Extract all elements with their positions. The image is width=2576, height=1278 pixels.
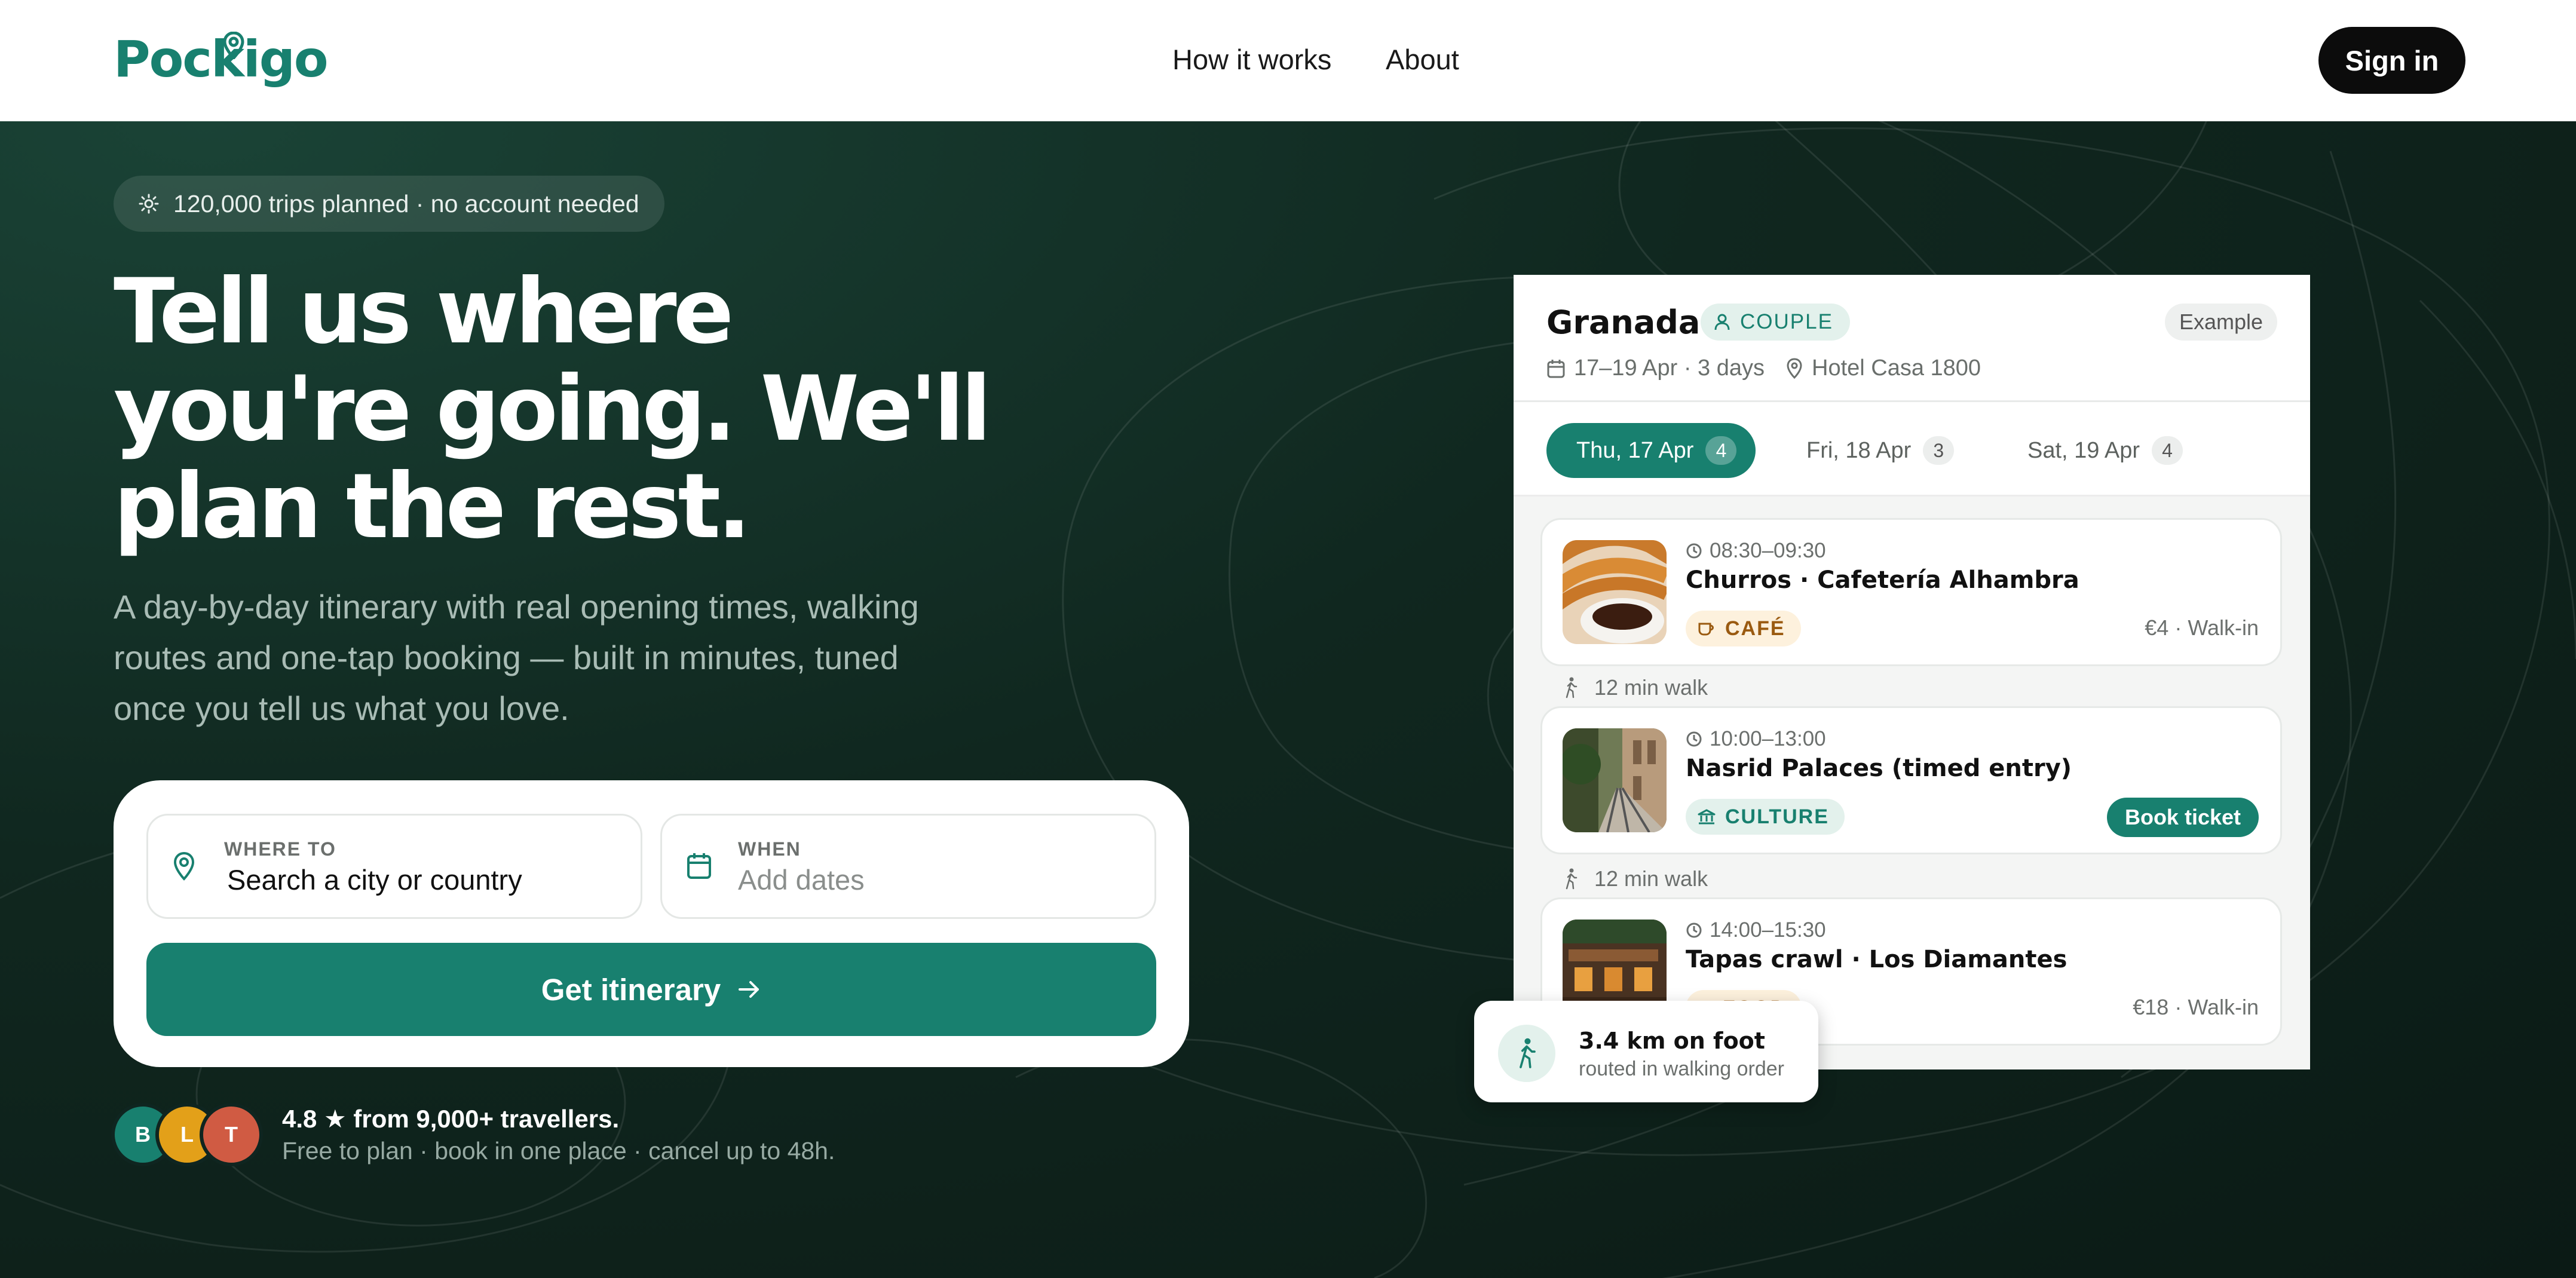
churros-photo: [1563, 540, 1667, 644]
tab-count: 4: [1705, 436, 1737, 465]
walking-icon-badge: [1498, 1025, 1555, 1082]
get-itinerary-button[interactable]: Get itinerary: [146, 943, 1156, 1036]
when-input[interactable]: Add dates: [738, 863, 865, 896]
arrow-right-icon: [739, 981, 759, 998]
activity-time: 10:00–13:00: [1686, 727, 1826, 751]
activity-price: €4 · Walk-in: [2145, 615, 2259, 640]
walk-text: 12 min walk: [1594, 866, 1708, 891]
subtext-line: A day-by-day itinerary with real opening…: [114, 588, 919, 626]
where-to-field[interactable]: WHERE TO Search a city or country: [146, 814, 642, 919]
tab-label: Thu, 17 Apr: [1576, 437, 1694, 463]
category-label: CULTURE: [1725, 805, 1829, 828]
activity-time-text: 14:00–15:30: [1710, 918, 1826, 942]
activity-time: 08:30–09:30: [1686, 539, 1826, 563]
clock-icon: [1686, 731, 1702, 747]
tab-label: Sat, 19 Apr: [2027, 437, 2140, 463]
tab-day-2[interactable]: Fri, 18 Apr 3: [1806, 423, 1955, 478]
button-label: Get itinerary: [541, 972, 721, 1007]
trip-dates: 17–19 Apr · 3 days: [1546, 355, 1765, 381]
nav-about[interactable]: About: [1386, 43, 1459, 76]
location-pin-icon: [223, 32, 244, 59]
hotel-info: Hotel Casa 1800: [1785, 355, 1981, 381]
walk-text: 12 min walk: [1594, 675, 1708, 700]
where-to-label: WHERE TO: [224, 838, 336, 860]
city-name: Granada: [1546, 304, 1701, 341]
trips-planned-badge: 120,000 trips planned · no account neede…: [114, 176, 664, 232]
badge-text: 120,000 trips planned · no account neede…: [173, 189, 639, 217]
nav-how-it-works[interactable]: How it works: [1172, 43, 1331, 76]
walking-distance-note: routed in walking order: [1579, 1058, 1784, 1080]
coffee-cup-icon: [1698, 623, 1714, 636]
activity-title: Churros · Cafetería Alhambra: [1686, 566, 2079, 594]
walking-icon: [1520, 1038, 1536, 1068]
walking-distance: 3.4 km on foot: [1579, 1028, 1765, 1054]
walking-distance-card: 3.4 km on foot routed in walking order: [1474, 1001, 1818, 1102]
location-pin-icon: [173, 851, 195, 881]
traveller-type-label: COUPLE: [1740, 310, 1833, 333]
hotel-name: Hotel Casa 1800: [1812, 355, 1981, 381]
tab-day-3[interactable]: Sat, 19 Apr 4: [2027, 423, 2183, 478]
category-tag: CAFÉ: [1686, 611, 1801, 646]
walk-segment: 12 min walk: [1564, 866, 1708, 891]
headline-line: Tell us where: [114, 260, 734, 364]
avatar: T: [200, 1103, 263, 1166]
palace-photo: [1563, 728, 1667, 832]
hero-headline: Tell us where you're going. We'll plan t…: [114, 263, 1010, 556]
book-ticket-button[interactable]: Book ticket: [2106, 798, 2259, 837]
logo[interactable]: Pockigo: [114, 30, 329, 88]
walk-segment: 12 min walk: [1564, 675, 1708, 700]
calendar-icon: [1547, 359, 1565, 378]
itinerary-preview-card: Granada COUPLE Example 17–19 Apr · 3 day…: [1514, 275, 2310, 1069]
headline-line: you're going. We'll: [114, 357, 991, 461]
category-label: CAFÉ: [1725, 617, 1785, 640]
sun-icon: [139, 194, 159, 214]
activity-time: 14:00–15:30: [1686, 918, 1826, 942]
when-field[interactable]: WHEN Add dates: [660, 814, 1156, 919]
tab-label: Fri, 18 Apr: [1806, 437, 1912, 463]
traveller-type-badge: COUPLE: [1701, 304, 1850, 341]
rating-subtext: Free to plan · book in one place · cance…: [282, 1137, 835, 1164]
category-tag: CULTURE: [1686, 799, 1845, 835]
sign-in-button[interactable]: Sign in: [2318, 27, 2465, 94]
trip-dates-text: 17–19 Apr · 3 days: [1574, 355, 1765, 381]
person-icon: [1714, 314, 1730, 330]
headline-line: plan the rest.: [114, 455, 751, 559]
calendar-icon: [687, 853, 711, 879]
example-badge: Example: [2164, 304, 2277, 341]
tab-day-1[interactable]: Thu, 17 Apr 4: [1546, 423, 1756, 478]
where-to-input[interactable]: Search a city or country: [227, 863, 522, 896]
activity-title: Nasrid Palaces (timed entry): [1686, 755, 2072, 782]
itinerary-header: Granada COUPLE Example 17–19 Apr · 3 day…: [1514, 275, 2310, 402]
location-pin-icon: [1787, 357, 1802, 379]
walking-icon: [1566, 868, 1578, 890]
hero-subtext: A day-by-day itinerary with real opening…: [114, 581, 998, 734]
walking-icon: [1566, 677, 1578, 698]
subtext-line: routes and one-tap booking — built in mi…: [114, 639, 899, 676]
clock-icon: [1686, 543, 1702, 559]
activity-card[interactable]: 08:30–09:30 Churros · Cafetería Alhambra…: [1540, 518, 2282, 666]
activity-card[interactable]: 10:00–13:00 Nasrid Palaces (timed entry)…: [1540, 706, 2282, 854]
site-header: Pockigo How it works About Sign in: [0, 0, 2576, 121]
subtext-line: once you tell us what you love.: [114, 689, 569, 727]
tab-count: 3: [1923, 436, 1955, 465]
when-label: WHEN: [738, 838, 801, 860]
activity-title: Tapas crawl · Los Diamantes: [1686, 946, 2067, 973]
museum-icon: [1698, 809, 1716, 825]
activity-time-text: 08:30–09:30: [1710, 539, 1826, 562]
clock-icon: [1686, 923, 1702, 938]
tab-count: 4: [2152, 436, 2183, 465]
search-card: WHERE TO Search a city or country WHEN A…: [114, 780, 1189, 1067]
rating-text: 4.8 ★ from 9,000+ travellers.: [282, 1105, 620, 1133]
day-tabs: Thu, 17 Apr 4 Fri, 18 Apr 3 Sat, 19 Apr …: [1514, 402, 2310, 497]
activity-time-text: 10:00–13:00: [1710, 727, 1826, 750]
activity-price: €18 · Walk-in: [2133, 995, 2259, 1019]
